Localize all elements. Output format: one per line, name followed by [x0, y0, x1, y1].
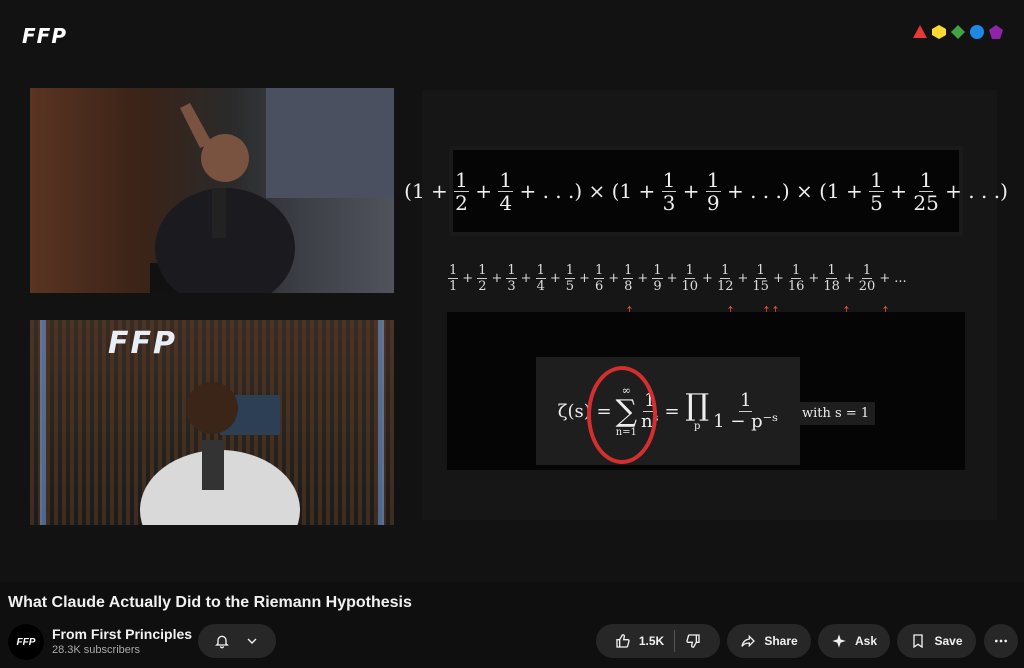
plus-sign: +	[808, 270, 820, 286]
plus-sign: +	[462, 270, 474, 286]
series-term: 14	[535, 262, 546, 294]
video-player[interactable]: FFP FFP (1 + 1 2 + 1 4 + . . .) × (1 + 1…	[0, 0, 1024, 582]
plus-sign: +	[491, 270, 503, 286]
overlay-logo: FFP	[108, 326, 177, 361]
series-term: 1 10	[681, 262, 699, 294]
product-index: p	[693, 420, 701, 432]
save-button[interactable]: Save	[897, 624, 976, 658]
green-gem-icon	[951, 25, 965, 39]
sparkle-icon	[832, 634, 846, 648]
series-term: 1 12	[716, 262, 734, 294]
more-horizontal-icon	[995, 639, 1007, 643]
like-dislike-group: 1.5K	[596, 624, 720, 658]
plus-sign: +	[608, 270, 620, 286]
ask-label: Ask	[854, 634, 877, 648]
series-term: 16	[593, 262, 605, 294]
series-term: 1 16	[787, 262, 805, 294]
channel-avatar[interactable]: FFP	[8, 624, 44, 660]
series-term: 12	[477, 262, 488, 294]
bell-icon	[215, 635, 229, 649]
like-count: 1.5K	[638, 634, 665, 648]
series-term: 1 18	[823, 262, 840, 294]
channel-name-link[interactable]: From First Principles	[52, 626, 192, 642]
series-term: 1 20	[858, 262, 876, 294]
plus-sign: +	[702, 270, 713, 286]
thumbs-down-icon	[686, 634, 700, 648]
plus-sign: +	[879, 270, 891, 286]
series-term: 18	[623, 262, 634, 294]
blue-gem-icon	[970, 25, 984, 39]
product-term-numerator: 1	[738, 389, 753, 412]
series-term: 1 15	[752, 262, 769, 294]
like-button[interactable]: 1.5K	[605, 633, 674, 649]
bookmark-icon	[913, 634, 924, 649]
yellow-gem-icon	[932, 25, 946, 39]
save-label: Save	[934, 634, 963, 648]
subscriber-count: 28.3K subscribers	[52, 644, 141, 656]
series-ellipsis: ...	[894, 270, 907, 286]
share-arrow-icon	[741, 634, 756, 648]
chevron-down-icon	[247, 638, 257, 644]
ask-button[interactable]: Ask	[818, 624, 890, 658]
channel-watermark-logo: FFP	[22, 24, 67, 48]
series-term: 19	[652, 262, 663, 294]
plus-sign: +	[666, 270, 678, 286]
dislike-button[interactable]	[675, 633, 711, 649]
share-button[interactable]: Share	[727, 624, 811, 658]
condition-label: with s = 1	[796, 402, 876, 425]
plus-sign: +	[520, 270, 532, 286]
purple-gem-icon	[989, 25, 1003, 39]
webcam-feed-top	[30, 88, 394, 293]
product-of-series-equation: (1 + 12 + 14 + . . .) × (1 + 13 + 19 + .…	[404, 146, 1008, 236]
webcam-feed-bottom: FFP	[30, 320, 394, 525]
product-term-denominator: 1 − p⁻ˢ	[713, 410, 779, 432]
product-term: 1 1 − p⁻ˢ	[713, 389, 779, 432]
presenter-silhouette	[150, 88, 394, 293]
share-label: Share	[764, 634, 798, 648]
plus-sign: +	[637, 270, 649, 286]
gem-icons	[912, 24, 1004, 40]
plus-sign: +	[579, 270, 590, 286]
highlight-circle	[587, 366, 657, 464]
harmonic-series-expansion: 1 1 +1 2 +1 3 +1 4 +1 5 +1 6 +1 8 +1 9 +1 10 +1 12 +1 15 +1 16 +…	[448, 258, 968, 298]
red-gem-icon	[913, 25, 927, 38]
guest-silhouette	[30, 320, 394, 525]
plus-sign: +	[737, 270, 749, 286]
notification-bell-button[interactable]	[198, 624, 276, 658]
plus-sign: +	[843, 270, 855, 286]
video-title: What Claude Actually Did to the Riemann …	[8, 594, 412, 611]
more-actions-button[interactable]	[984, 624, 1018, 658]
plus-sign: +	[772, 270, 784, 286]
thumbs-up-icon	[616, 634, 630, 648]
euler-product-formula: ζ(s) = ∞ ∑ n=1 1 nˢ = ∏ p 1 1 − p⁻ˢ	[536, 357, 800, 465]
series-term: 13	[506, 262, 517, 294]
plus-sign: +	[549, 270, 561, 286]
series-term: 11	[448, 262, 459, 294]
series-term: 15	[564, 262, 576, 294]
